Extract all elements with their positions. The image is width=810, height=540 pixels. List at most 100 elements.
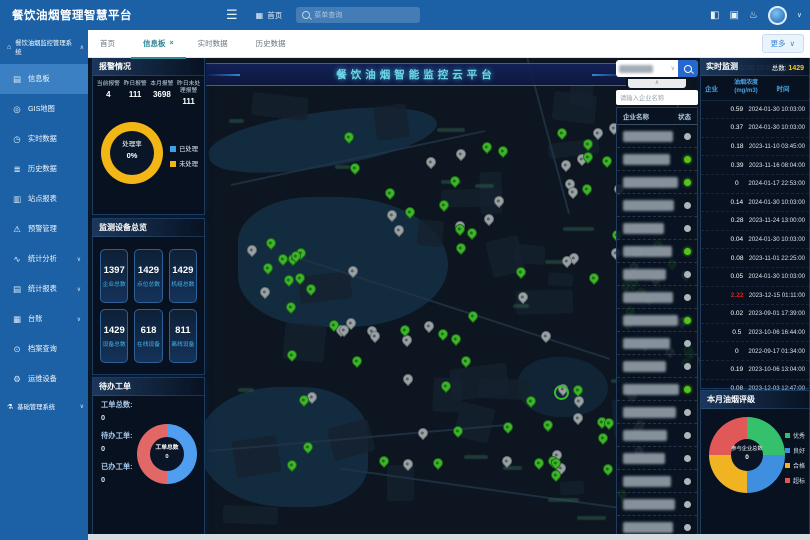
horizontal-scrollbar[interactable] xyxy=(88,534,810,540)
stat-label: 本月报警 xyxy=(149,81,176,88)
company-row[interactable] xyxy=(617,493,697,516)
realtime-row[interactable]: 2.22 2023-12-15 01:11:00 xyxy=(701,287,809,306)
sidebar-section-catering[interactable]: ⌂ 餐饮油烟监控管理系统 ∧ xyxy=(0,30,88,64)
green-map-pin xyxy=(541,418,555,432)
realtime-row[interactable]: 0.19 2023-10-06 13:04:00 xyxy=(701,361,809,380)
company-row[interactable] xyxy=(617,401,697,424)
realtime-row[interactable]: 0.59 2024-01-30 10:03:00 xyxy=(701,101,809,120)
breadcrumb[interactable]: ▦ 首页 xyxy=(256,10,283,21)
menu-search-input[interactable]: 菜单查询 xyxy=(296,7,420,23)
company-row[interactable] xyxy=(617,240,697,263)
alarm-stat: 昨日未处理报警 111 xyxy=(175,81,202,106)
company-name-input[interactable]: 请输入企业名称 xyxy=(616,90,698,105)
sidebar-item-device-ops[interactable]: ⚙ 运维设备 xyxy=(0,364,88,394)
tab-历史数据[interactable]: 历史数据 xyxy=(244,30,302,57)
realtime-row[interactable]: 0.04 2024-01-30 10:03:00 xyxy=(701,231,809,250)
company-row[interactable] xyxy=(617,171,697,194)
legend-swatch xyxy=(170,161,176,167)
stat-report-icon: ▤ xyxy=(12,284,22,295)
stat-label: 昨日未处理报警 xyxy=(175,81,202,95)
company-row[interactable] xyxy=(617,424,697,447)
col-concentration[interactable]: 油烟浓度 (mg/m3) xyxy=(731,80,761,96)
realtime-row[interactable]: 0.5 2023-10-06 16:44:00 xyxy=(701,324,809,343)
tab-首页[interactable]: 首页 xyxy=(88,30,131,57)
cluster-marker[interactable] xyxy=(554,385,569,400)
sidebar-item-stat-report[interactable]: ▤ 统计报表 ∨ xyxy=(0,274,88,304)
tab-实时数据[interactable]: 实时数据 xyxy=(186,30,244,57)
stat-value: 3698 xyxy=(149,90,176,99)
company-search-button[interactable] xyxy=(678,60,698,77)
close-icon[interactable]: × xyxy=(170,40,174,47)
company-row[interactable] xyxy=(617,332,697,355)
device-stat-box: 1429 设备总数 xyxy=(100,309,128,363)
blurred-company-name xyxy=(623,177,678,188)
realtime-row[interactable]: 0.39 2023-11-16 08:04:00 xyxy=(701,156,809,175)
realtime-row[interactable]: 0.37 2024-01-30 10:03:00 xyxy=(701,119,809,138)
sidebar-item-alert[interactable]: ⚠ 预警管理 xyxy=(0,214,88,244)
ledger-icon: ▦ xyxy=(12,314,22,325)
company-row[interactable] xyxy=(617,125,697,148)
map-banner-title: 餐饮油烟智能监控云平台 xyxy=(240,67,592,82)
notification-icon[interactable]: ♨ xyxy=(749,10,758,21)
company-row[interactable] xyxy=(617,355,697,378)
more-button[interactable]: 更多∨ xyxy=(762,34,805,53)
stat-label: 设备总数 xyxy=(103,339,126,348)
hamburger-menu-icon[interactable]: ☰ xyxy=(226,7,238,23)
theme-icon[interactable]: ◧ xyxy=(710,10,719,21)
col-company[interactable]: 企业 xyxy=(705,83,731,93)
sidebar-item-realtime[interactable]: ◷ 实时数据 xyxy=(0,124,88,154)
realtime-row[interactable]: 0 2024-01-17 22:53:00 xyxy=(701,175,809,194)
sidebar-item-site-report[interactable]: ▥ 站点报表 xyxy=(0,184,88,214)
realtime-row[interactable]: 0.05 2024-01-30 10:03:00 xyxy=(701,268,809,287)
realtime-row[interactable]: 0.08 2023-11-01 22:25:00 xyxy=(701,249,809,268)
fullscreen-icon[interactable]: ▣ xyxy=(729,10,738,21)
city-block xyxy=(548,272,574,287)
company-row[interactable] xyxy=(617,470,697,493)
reading-time: 2023-11-24 13:00:00 xyxy=(749,217,805,224)
company-row[interactable] xyxy=(617,378,697,401)
concentration-value: 0.37 xyxy=(725,124,748,131)
sidebar-section-label: 基础管理系统 xyxy=(17,402,55,411)
company-row[interactable] xyxy=(617,263,697,286)
tab-信息板[interactable]: 信息板× xyxy=(131,30,186,59)
green-map-pin xyxy=(465,226,479,240)
chevron-down-icon[interactable]: ∨ xyxy=(797,11,802,19)
sidebar-item-board[interactable]: ▤ 信息板 xyxy=(0,64,88,94)
sidebar-item-analysis[interactable]: ∿ 统计分析 ∨ xyxy=(0,244,88,274)
sidebar-item-map[interactable]: ◎ GIS地图 xyxy=(0,94,88,124)
realtime-row[interactable]: 0.28 2023-11-24 13:00:00 xyxy=(701,212,809,231)
company-row[interactable] xyxy=(617,217,697,240)
company-row[interactable] xyxy=(617,148,697,171)
collapse-toggle[interactable]: ∧ xyxy=(628,79,686,88)
stat-value: 811 xyxy=(175,325,190,336)
col-time[interactable]: 时间 xyxy=(761,83,805,93)
company-row[interactable] xyxy=(617,286,697,309)
realtime-row[interactable]: 0.14 2024-01-30 10:03:00 xyxy=(701,194,809,213)
green-map-pin xyxy=(383,186,397,200)
donut-center-value: 0% xyxy=(127,151,138,160)
realtime-row[interactable]: 0 2022-09-17 01:34:00 xyxy=(701,342,809,361)
dashboard-content: 餐饮油烟智能监控云平台 2024/1/30 10:03 星期二 报警情况 当前报… xyxy=(88,57,810,540)
total-count: 总数: 1429 xyxy=(772,62,804,72)
company-row[interactable] xyxy=(617,194,697,217)
stat-label: 已办工单: xyxy=(101,462,133,472)
sidebar-item-history[interactable]: ≣ 历史数据 xyxy=(0,154,88,184)
process-rate-donut: 处理率 0% xyxy=(101,122,163,184)
company-row[interactable] xyxy=(617,447,697,470)
green-map-pin xyxy=(454,241,468,255)
realtime-row[interactable]: 0.18 2023-11-10 03:45:00 xyxy=(701,138,809,157)
sidebar-section-basic[interactable]: ⚗ 基础管理系统 ∨ xyxy=(0,394,88,419)
realtime-row[interactable]: 0.02 2023-09-01 17:39:00 xyxy=(701,305,809,324)
green-map-pin xyxy=(436,327,450,341)
workorder-panel: 待办工单 工单总数: 0 待办工单: 0 已办工单: 0 工单总数 0 xyxy=(92,377,205,535)
company-row[interactable] xyxy=(617,309,697,332)
legend-label: 合格 xyxy=(793,461,805,470)
avatar[interactable] xyxy=(768,6,787,25)
workorder-stat: 待办工单: 0 xyxy=(101,431,133,453)
sidebar-item-archive[interactable]: ⊙ 档案查询 xyxy=(0,334,88,364)
stat-value: 1429 xyxy=(172,265,193,276)
stat-label: 工单总数: xyxy=(101,400,133,410)
company-filter-select[interactable]: ∨ xyxy=(616,60,678,77)
sidebar-item-ledger[interactable]: ▦ 台账 ∨ xyxy=(0,304,88,334)
map-place-label xyxy=(229,119,244,123)
